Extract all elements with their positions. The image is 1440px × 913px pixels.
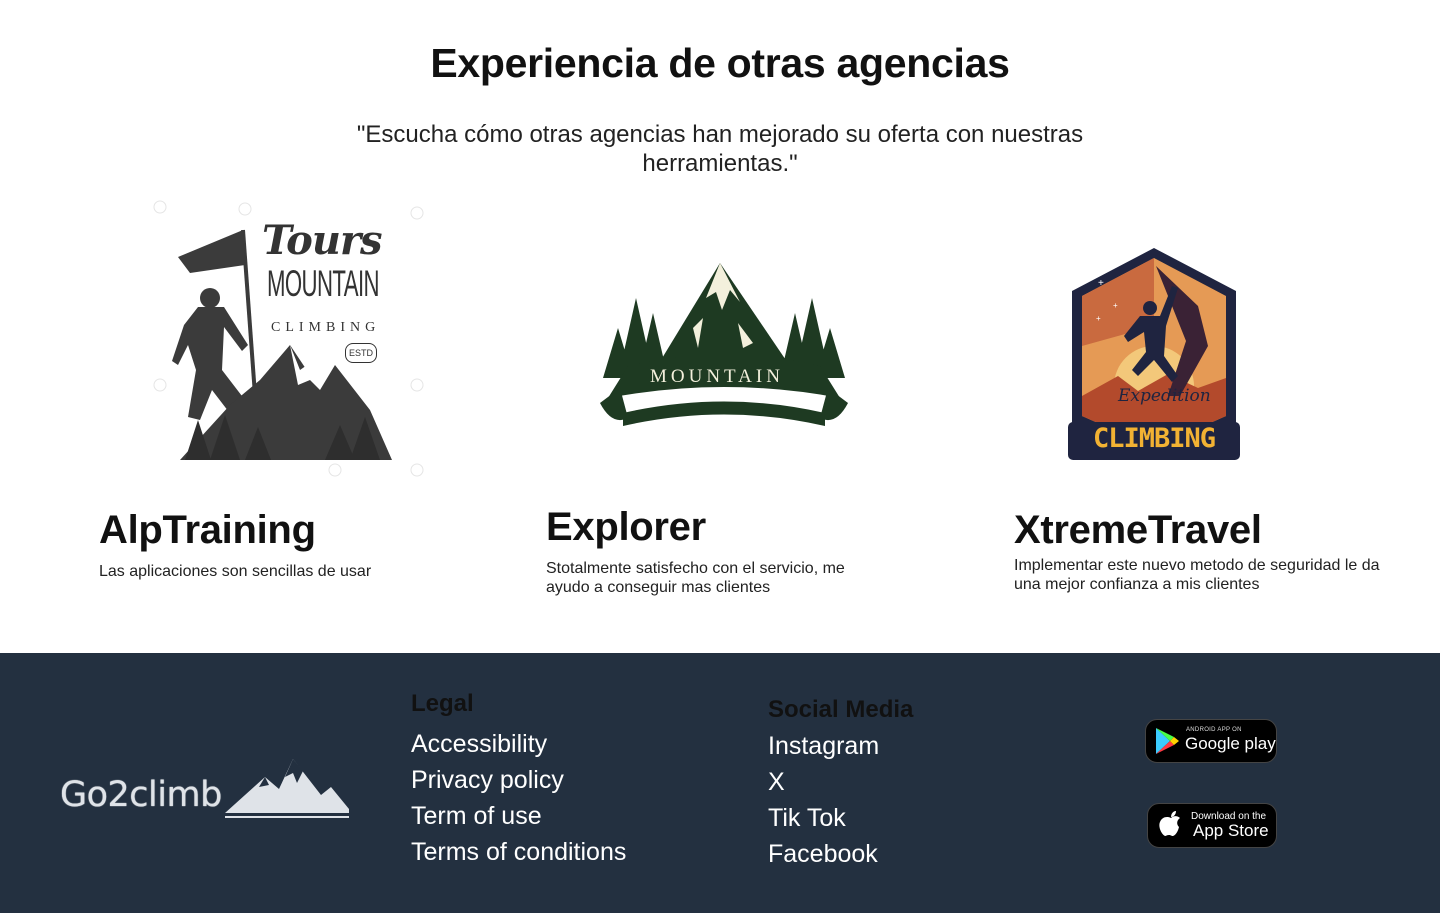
alptraining-logo-script: Tours: [262, 217, 383, 264]
svg-text:+: +: [1098, 278, 1104, 289]
legal-link-privacy[interactable]: Privacy policy: [411, 766, 564, 795]
google-play-icon: [1156, 728, 1179, 754]
explorer-logo: MOUNTAIN: [598, 258, 850, 443]
xtremetravel-logo-script: Expedition: [1118, 386, 1211, 406]
google-badge-big-text: Google play: [1185, 734, 1276, 753]
social-link-instagram[interactable]: Instagram: [768, 732, 879, 761]
google-play-badge[interactable]: ANDROID APP ON Google play: [1145, 719, 1277, 763]
section-subtitle: "Escucha cómo otras agencias han mejorad…: [356, 121, 1084, 177]
alptraining-logo: Tours MOUNTAIN CLIMBING ESTD: [150, 195, 430, 485]
explorer-logo-banner: MOUNTAIN: [650, 366, 784, 387]
social-link-facebook[interactable]: Facebook: [768, 840, 878, 869]
social-title: Social Media: [768, 696, 914, 723]
app-store-badge[interactable]: Download on the App Store: [1147, 803, 1277, 848]
testimonial-name-xtremetravel: XtremeTravel: [1014, 508, 1262, 552]
testimonial-text-xtremetravel: Implementar este nuevo metodo de segurid…: [1014, 557, 1380, 593]
testimonial-name-alptraining: AlpTraining: [99, 508, 316, 552]
xtremetravel-logo-word: CLIMBING: [1092, 423, 1216, 454]
apple-icon: [1159, 811, 1180, 836]
alptraining-logo-word: MOUNTAIN: [267, 263, 380, 304]
mountain-banner-icon: [600, 263, 848, 426]
testimonial-name-explorer: Explorer: [546, 505, 706, 549]
testimonial-text-alptraining: Las aplicaciones son sencillas de usar: [99, 563, 372, 580]
social-link-x[interactable]: X: [768, 768, 785, 797]
mountain-logo-icon: [225, 759, 349, 818]
section-title: Experiencia de otras agencias: [430, 40, 1010, 86]
testimonial-text-explorer: Stotalmente satisfecho con el servicio, …: [546, 560, 845, 596]
alptraining-logo-arc: CLIMBING: [271, 320, 381, 335]
apple-badge-big-text: App Store: [1193, 821, 1269, 840]
legal-link-terms-of-conditions[interactable]: Terms of conditions: [411, 838, 626, 867]
google-badge-small-text: ANDROID APP ON: [1186, 727, 1242, 733]
social-link-tiktok[interactable]: Tik Tok: [768, 804, 846, 833]
alptraining-logo-seal: ESTD: [345, 343, 378, 363]
legal-link-terms-of-use[interactable]: Term of use: [411, 802, 542, 831]
svg-text:+: +: [1113, 301, 1118, 310]
xtremetravel-logo: + + + Expedition CLIMBING: [1068, 246, 1240, 462]
footer-brand-logo[interactable]: Go2climb: [58, 755, 358, 825]
svg-text:+: +: [1096, 314, 1101, 323]
legal-link-accessibility[interactable]: Accessibility: [411, 730, 547, 759]
brand-name: Go2climb: [60, 775, 222, 815]
legal-title: Legal: [411, 690, 474, 717]
